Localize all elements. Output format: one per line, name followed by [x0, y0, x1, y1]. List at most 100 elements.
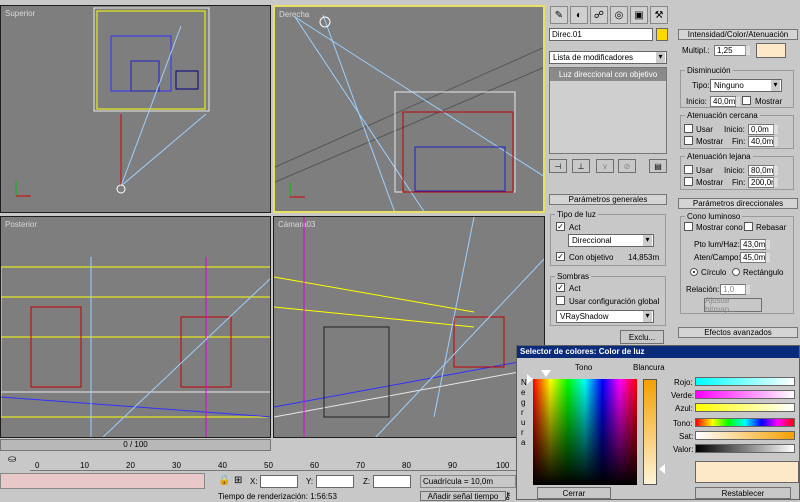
modify-tab-icon[interactable]: ◐ — [570, 6, 588, 24]
aspect-spinner[interactable]: 1,0 — [720, 284, 750, 295]
shadow-type-dropdown[interactable]: VRayShadow — [556, 310, 654, 323]
near-show-checkbox[interactable] — [684, 136, 693, 145]
far-show-checkbox[interactable] — [684, 177, 693, 186]
targeted-label: Con objetivo — [569, 253, 614, 262]
z-coordinate[interactable] — [373, 475, 411, 488]
blue-slider[interactable] — [695, 403, 795, 412]
remove-modifier-icon[interactable]: ⊘ — [618, 159, 636, 173]
pin-stack-icon[interactable]: ⊣ — [549, 159, 567, 173]
display-tab-icon[interactable]: ▣ — [630, 6, 648, 24]
near-end-label: Fin: — [732, 137, 746, 146]
modifier-stack[interactable]: Luz direccional con objetivo — [549, 67, 667, 154]
track-tick: 30 — [172, 461, 181, 470]
multiplier-spinner[interactable]: 1,25 — [714, 45, 750, 56]
viewport-back[interactable]: Posterior — [0, 216, 271, 438]
object-name-field[interactable]: Direc.01 — [549, 28, 653, 41]
close-button[interactable]: Cerrar — [537, 487, 611, 499]
track-bar[interactable]: 0 10 20 30 40 50 60 70 80 90 100 — [30, 453, 516, 471]
far-start-spinner[interactable]: 80,0m — [748, 165, 778, 176]
green-slider[interactable] — [695, 390, 795, 399]
far-use-checkbox[interactable] — [684, 165, 693, 174]
sat-label: Sat: — [679, 432, 694, 441]
shadows-on-label: Act — [569, 284, 581, 293]
fit-bitmap-button[interactable]: Ajustar bitmap... — [704, 296, 762, 314]
object-color-swatch[interactable] — [656, 28, 668, 41]
light-on-label: Act — [569, 223, 581, 232]
hotspot-spinner[interactable]: 43,0m — [740, 239, 770, 250]
maxscript-listener[interactable] — [0, 473, 205, 489]
far-end-spinner[interactable]: 200,0m — [748, 177, 778, 188]
whiteness-bar[interactable] — [643, 379, 657, 485]
track-tick: 70 — [356, 461, 365, 470]
minilistener-icon[interactable]: ⛀ — [8, 454, 16, 465]
red-label: Rojo: — [674, 378, 693, 387]
near-start-label: Inicio: — [724, 125, 745, 134]
value-label: Valor: — [673, 445, 694, 454]
light-type-dropdown[interactable]: Direccional — [568, 234, 654, 247]
show-cone-checkbox[interactable] — [684, 222, 693, 231]
decay-show-label: Mostrar — [755, 97, 783, 106]
value-slider[interactable] — [695, 444, 795, 453]
hue-whiteness-spectrum[interactable] — [533, 379, 637, 485]
overshoot-checkbox[interactable] — [744, 222, 753, 231]
decay-start-spinner[interactable]: 40,0m — [710, 96, 740, 107]
utilities-tab-icon[interactable]: ⚒ — [650, 6, 668, 24]
far-end-label: Fin: — [732, 178, 746, 187]
key-icon[interactable]: ⚷ — [504, 491, 511, 502]
group-title: Atenuación cercana — [685, 111, 760, 120]
sat-slider[interactable] — [695, 431, 795, 440]
near-use-checkbox[interactable] — [684, 124, 693, 133]
modifier-list-dropdown[interactable]: Lista de modificadores — [549, 51, 667, 64]
rollout-advanced[interactable]: Efectos avanzados — [678, 327, 798, 338]
rectangle-radio[interactable] — [732, 268, 740, 276]
circle-label: Círculo — [701, 268, 727, 277]
light-on-checkbox[interactable]: ✓ — [556, 222, 565, 231]
viewport-top[interactable]: Superior — [0, 5, 271, 213]
hue2-label: Tono: — [673, 419, 693, 428]
circle-radio[interactable] — [690, 268, 698, 276]
whiteness-pointer-icon[interactable] — [659, 464, 665, 474]
global-settings-checkbox[interactable] — [556, 296, 565, 305]
near-end-spinner[interactable]: 40,0m — [748, 136, 778, 147]
lock-icon[interactable]: 🔒 — [218, 475, 230, 486]
hue-slider[interactable] — [695, 418, 795, 427]
dialog-title[interactable]: Selector de colores: Color de luz — [517, 346, 799, 358]
rollout-intensity[interactable]: Intensidad/Color/Atenuación — [678, 29, 798, 40]
target-distance: 14,853m — [628, 253, 660, 262]
hierarchy-tab-icon[interactable]: ☍ — [590, 6, 608, 24]
track-tick: 100 — [496, 461, 510, 470]
red-slider[interactable] — [695, 377, 795, 386]
selection-icon[interactable]: ⊞ — [234, 475, 242, 486]
shadows-on-checkbox[interactable]: ✓ — [556, 283, 565, 292]
track-tick: 90 — [448, 461, 457, 470]
rollout-directional[interactable]: Parámetros direccionales — [678, 198, 798, 209]
create-tab-icon[interactable]: ✎ — [550, 6, 568, 24]
falloff-spinner[interactable]: 45,0m — [740, 252, 770, 263]
near-show-label: Mostrar — [696, 137, 724, 146]
exclude-button[interactable]: Exclu... — [620, 330, 664, 344]
configure-sets-icon[interactable]: ▤ — [649, 159, 667, 173]
hue-pointer-icon[interactable] — [541, 370, 551, 377]
group-title: Atenuación lejana — [685, 152, 753, 161]
x-coordinate[interactable] — [260, 475, 298, 488]
track-tick: 80 — [402, 461, 411, 470]
multiplier-label: Multipl.: — [682, 46, 710, 55]
time-slider[interactable]: 0 / 100 — [0, 439, 271, 451]
make-unique-icon[interactable]: ∨ — [596, 159, 614, 173]
stack-item[interactable]: Luz direccional con objetivo — [550, 68, 666, 81]
global-settings-label: Usar configuración global — [569, 297, 660, 306]
near-start-spinner[interactable]: 0,0m — [748, 124, 778, 135]
light-params-panel: Intensidad/Color/Atenuación Multipl.: 1,… — [676, 26, 800, 346]
targeted-checkbox[interactable]: ✓ — [556, 252, 565, 261]
reset-button[interactable]: Restablecer — [695, 487, 791, 499]
decay-type-dropdown[interactable]: Ninguno — [710, 79, 782, 92]
y-coordinate[interactable] — [316, 475, 354, 488]
decay-show-checkbox[interactable] — [742, 96, 751, 105]
show-end-result-icon[interactable]: ⊥ — [572, 159, 590, 173]
green-label: Verde: — [671, 391, 695, 400]
viewport-camera[interactable]: Cámara03 — [273, 216, 545, 438]
light-color-swatch[interactable] — [756, 43, 786, 58]
rollout-general[interactable]: Parámetros generales — [549, 194, 667, 205]
motion-tab-icon[interactable]: ◎ — [610, 6, 628, 24]
viewport-right[interactable]: Derecha — [273, 5, 545, 213]
